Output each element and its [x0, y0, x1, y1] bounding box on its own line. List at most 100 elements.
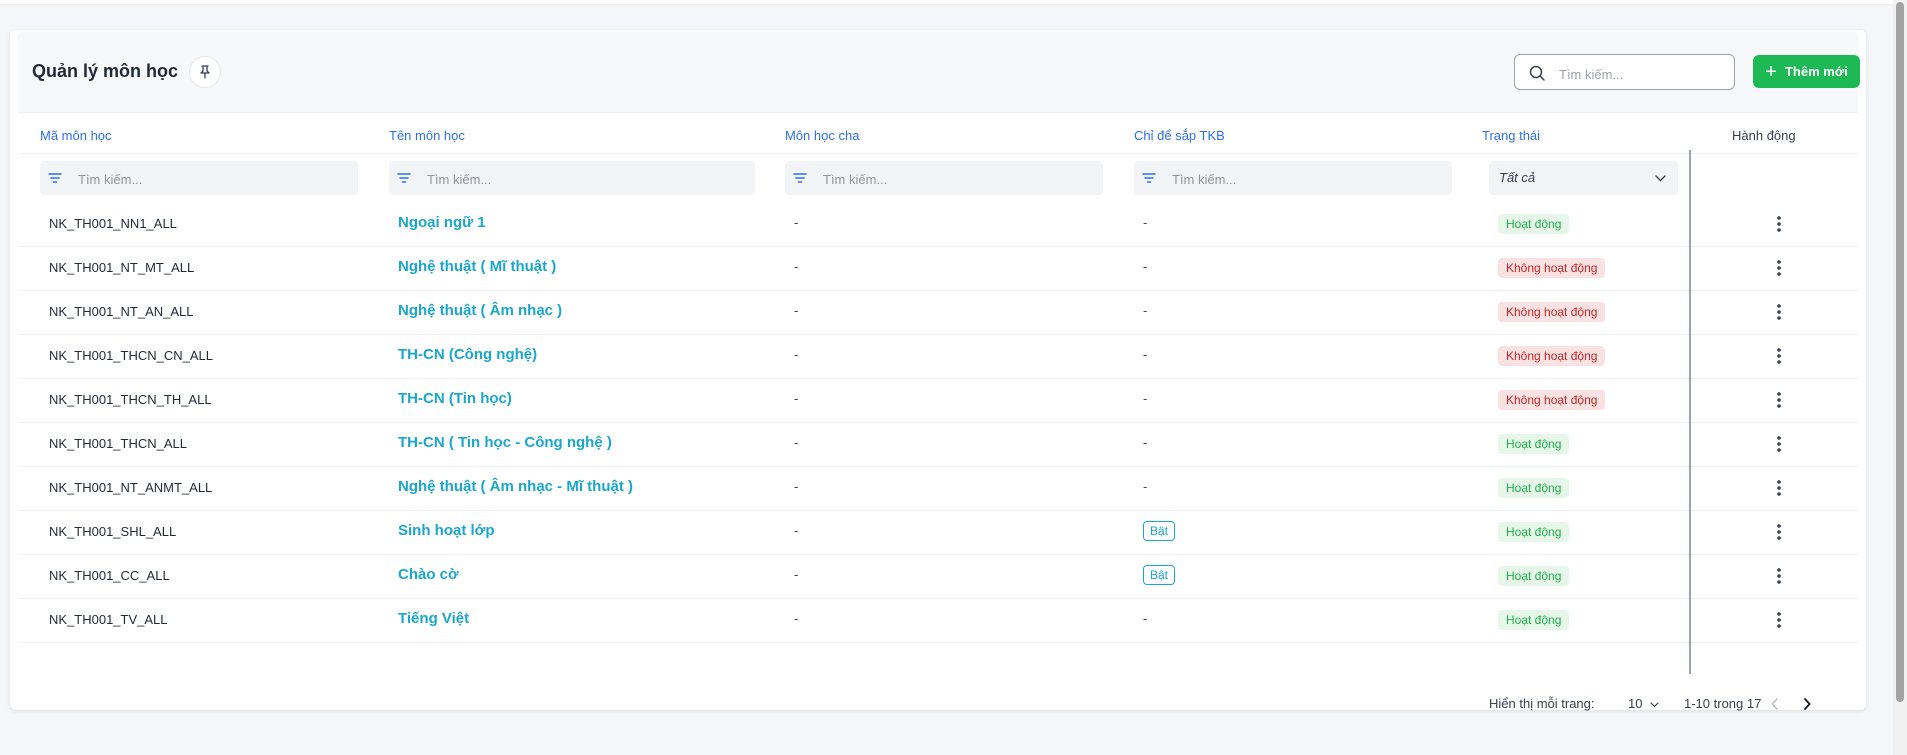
add-new-button[interactable]: + Thêm mới — [1753, 55, 1860, 88]
subject-name-link[interactable]: Ngoại ngữ 1 — [398, 214, 486, 231]
subject-code: NK_TH001_SHL_ALL — [49, 524, 177, 539]
tkb-cell: - — [1143, 215, 1148, 230]
parent-subject: - — [794, 259, 799, 274]
column-header-status[interactable]: Trạng thái — [1482, 128, 1540, 143]
vertical-scrollbar[interactable] — [1893, 0, 1907, 755]
row-actions-button[interactable] — [1769, 434, 1789, 454]
filter-code-input[interactable] — [76, 169, 350, 189]
column-header-tkb[interactable]: Chỉ để sắp TKB — [1134, 128, 1225, 143]
subject-name-link[interactable]: Chào cờ — [398, 566, 459, 583]
subject-name-link[interactable]: TH-CN (Công nghệ) — [398, 346, 537, 363]
table-row[interactable]: NK_TH001_NT_MT_ALL Nghệ thuật ( Mĩ thuật … — [18, 246, 1858, 291]
parent-subject: - — [794, 215, 799, 230]
column-header-parent[interactable]: Môn học cha — [785, 128, 859, 143]
prev-page-button[interactable] — [1765, 694, 1785, 714]
status-badge: Hoạt động — [1498, 214, 1570, 234]
more-vertical-icon — [1777, 348, 1781, 364]
more-vertical-icon — [1777, 436, 1781, 452]
chevron-right-icon — [1804, 698, 1811, 710]
filter-icon — [793, 173, 807, 183]
subject-name-link[interactable]: Tiếng Việt — [398, 610, 469, 627]
table-row[interactable]: NK_TH001_SHL_ALL Sinh hoạt lớp - Bật Hoạt độ… — [18, 510, 1858, 555]
column-header-code[interactable]: Mã môn học — [40, 128, 112, 143]
table-row[interactable]: NK_TH001_THCN_CN_ALL TH-CN (Công nghệ) - - K… — [18, 334, 1858, 379]
status-badge: Không hoạt động — [1498, 302, 1606, 322]
page-range: 1-10 trong 17 — [1684, 696, 1762, 711]
filter-icon — [1142, 173, 1156, 183]
table-row[interactable]: NK_TH001_THCN_TH_ALL TH-CN (Tin học) - - Khô… — [18, 378, 1858, 423]
subject-code: NK_TH001_NT_MT_ALL — [49, 260, 195, 275]
table-row[interactable]: NK_TH001_NN1_ALL Ngoại ngữ 1 - - Hoạt động — [18, 202, 1858, 247]
search-icon — [1529, 65, 1545, 81]
filter-name[interactable] — [389, 161, 755, 195]
subject-code: NK_TH001_THCN_ALL — [49, 436, 188, 451]
tkb-cell: - — [1143, 303, 1148, 318]
scrollbar-thumb[interactable] — [1896, 2, 1904, 702]
tkb-cell: - — [1143, 611, 1148, 626]
parent-subject: - — [794, 611, 799, 626]
row-actions-button[interactable] — [1769, 214, 1789, 234]
subject-code: NK_TH001_THCN_CN_ALL — [49, 348, 214, 363]
row-actions-button[interactable] — [1769, 390, 1789, 410]
search-input[interactable] — [1557, 63, 1731, 85]
filter-parent[interactable] — [785, 161, 1103, 195]
plus-icon: + — [1765, 60, 1777, 83]
table-row[interactable]: NK_TH001_NT_ANMT_ALL Nghệ thuật ( Âm nhạc… — [18, 466, 1858, 511]
more-vertical-icon — [1777, 304, 1781, 320]
page-title: Quản lý môn học — [32, 61, 179, 81]
row-actions-button[interactable] — [1769, 566, 1789, 586]
filter-code[interactable] — [40, 161, 358, 195]
per-page-select[interactable]: 10 — [1628, 696, 1659, 711]
status-filter-select[interactable]: Tất cả — [1489, 161, 1678, 195]
more-vertical-icon — [1777, 216, 1781, 232]
subject-name-link[interactable]: Sinh hoạt lớp — [398, 522, 495, 539]
status-badge: Không hoạt động — [1498, 346, 1606, 366]
subject-name-link[interactable]: TH-CN (Tin học) — [398, 390, 512, 407]
filter-tkb-input[interactable] — [1170, 169, 1444, 189]
table-row[interactable]: NK_TH001_THCN_ALL TH-CN ( Tin học - Công … — [18, 422, 1858, 467]
more-vertical-icon — [1777, 524, 1781, 540]
status-badge: Hoạt động — [1498, 610, 1570, 630]
search-box[interactable] — [1514, 54, 1735, 90]
tkb-cell: - — [1143, 479, 1148, 494]
table-row[interactable]: NK_TH001_NT_AN_ALL Nghệ thuật ( Âm nhạc )… — [18, 290, 1858, 335]
row-actions-button[interactable] — [1769, 478, 1789, 498]
row-actions-button[interactable] — [1769, 346, 1789, 366]
chevron-down-icon — [1655, 175, 1666, 182]
table-row[interactable]: NK_TH001_TV_ALL Tiếng Việt - - Hoạt động — [18, 598, 1858, 643]
sticky-column-divider — [1689, 150, 1691, 674]
tkb-cell: - — [1143, 347, 1148, 362]
tkb-cell: - — [1143, 435, 1148, 450]
pin-button[interactable] — [189, 56, 221, 88]
column-header-name[interactable]: Tên môn học — [389, 128, 465, 143]
filter-parent-input[interactable] — [821, 169, 1095, 189]
status-badge: Không hoạt động — [1498, 258, 1606, 278]
status-badge: Hoạt động — [1498, 478, 1570, 498]
tkb-badge: Bật — [1143, 565, 1176, 585]
pin-icon — [200, 65, 210, 79]
subject-code: NK_TH001_THCN_TH_ALL — [49, 392, 212, 407]
subject-name-link[interactable]: Nghệ thuật ( Âm nhạc ) — [398, 302, 562, 319]
parent-subject: - — [794, 303, 799, 318]
subject-name-link[interactable]: Nghệ thuật ( Âm nhạc - Mĩ thuật ) — [398, 478, 633, 495]
row-actions-button[interactable] — [1769, 302, 1789, 322]
subject-code: NK_TH001_NT_ANMT_ALL — [49, 480, 213, 495]
subject-name-link[interactable]: Nghệ thuật ( Mĩ thuật ) — [398, 258, 556, 275]
next-page-button[interactable] — [1797, 694, 1817, 714]
row-actions-button[interactable] — [1769, 610, 1789, 630]
table-row[interactable]: NK_TH001_CC_ALL Chào cờ - Bật Hoạt động — [18, 554, 1858, 599]
filter-name-input[interactable] — [425, 169, 749, 189]
chevron-left-icon — [1771, 698, 1778, 710]
status-badge: Không hoạt động — [1498, 390, 1606, 410]
more-vertical-icon — [1777, 392, 1781, 408]
more-vertical-icon — [1777, 480, 1781, 496]
subject-name-link[interactable]: TH-CN ( Tin học - Công nghệ ) — [398, 434, 612, 451]
row-actions-button[interactable] — [1769, 522, 1789, 542]
status-badge: Hoạt động — [1498, 522, 1570, 542]
filter-icon — [397, 173, 411, 183]
subject-code: NK_TH001_TV_ALL — [49, 612, 168, 627]
filter-tkb[interactable] — [1134, 161, 1452, 195]
row-actions-button[interactable] — [1769, 258, 1789, 278]
parent-subject: - — [794, 523, 799, 538]
status-badge: Hoạt động — [1498, 434, 1570, 454]
